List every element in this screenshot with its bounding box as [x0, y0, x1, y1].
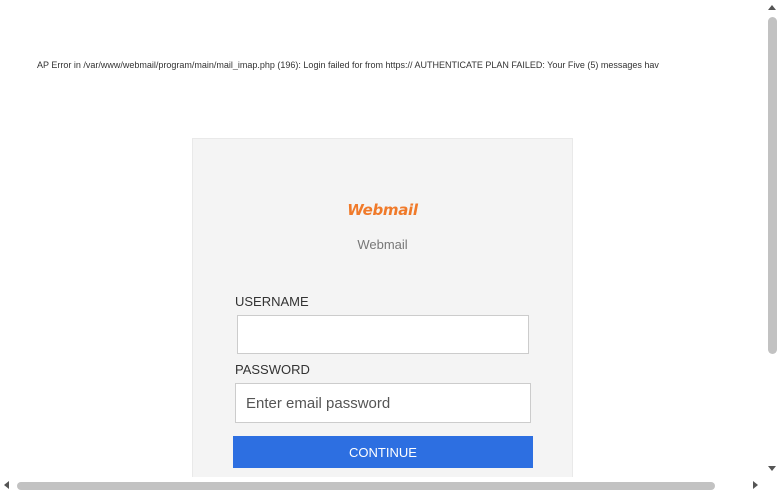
login-card: Webmail Webmail USERNAME PASSWORD CONTIN… — [192, 138, 573, 477]
login-subtitle: Webmail — [357, 237, 408, 252]
continue-button[interactable]: CONTINUE — [233, 436, 533, 468]
horizontal-scrollbar[interactable] — [0, 477, 765, 493]
scroll-left-arrow-icon[interactable] — [4, 481, 9, 489]
username-field[interactable] — [237, 315, 529, 354]
vertical-scroll-thumb[interactable] — [768, 17, 777, 354]
page-viewport: AP Error in /var/www/webmail/program/mai… — [0, 0, 765, 477]
password-label: PASSWORD — [235, 362, 310, 377]
scroll-down-arrow-icon[interactable] — [768, 466, 776, 471]
horizontal-scroll-thumb[interactable] — [17, 482, 715, 490]
vertical-scrollbar[interactable] — [765, 0, 780, 477]
password-field[interactable] — [235, 383, 531, 423]
webmail-logo: Webmail — [347, 201, 418, 219]
error-message: AP Error in /var/www/webmail/program/mai… — [37, 60, 659, 70]
scroll-up-arrow-icon[interactable] — [768, 5, 776, 10]
username-label: USERNAME — [235, 294, 309, 309]
scroll-right-arrow-icon[interactable] — [753, 481, 758, 489]
scrollbar-corner — [765, 477, 780, 493]
